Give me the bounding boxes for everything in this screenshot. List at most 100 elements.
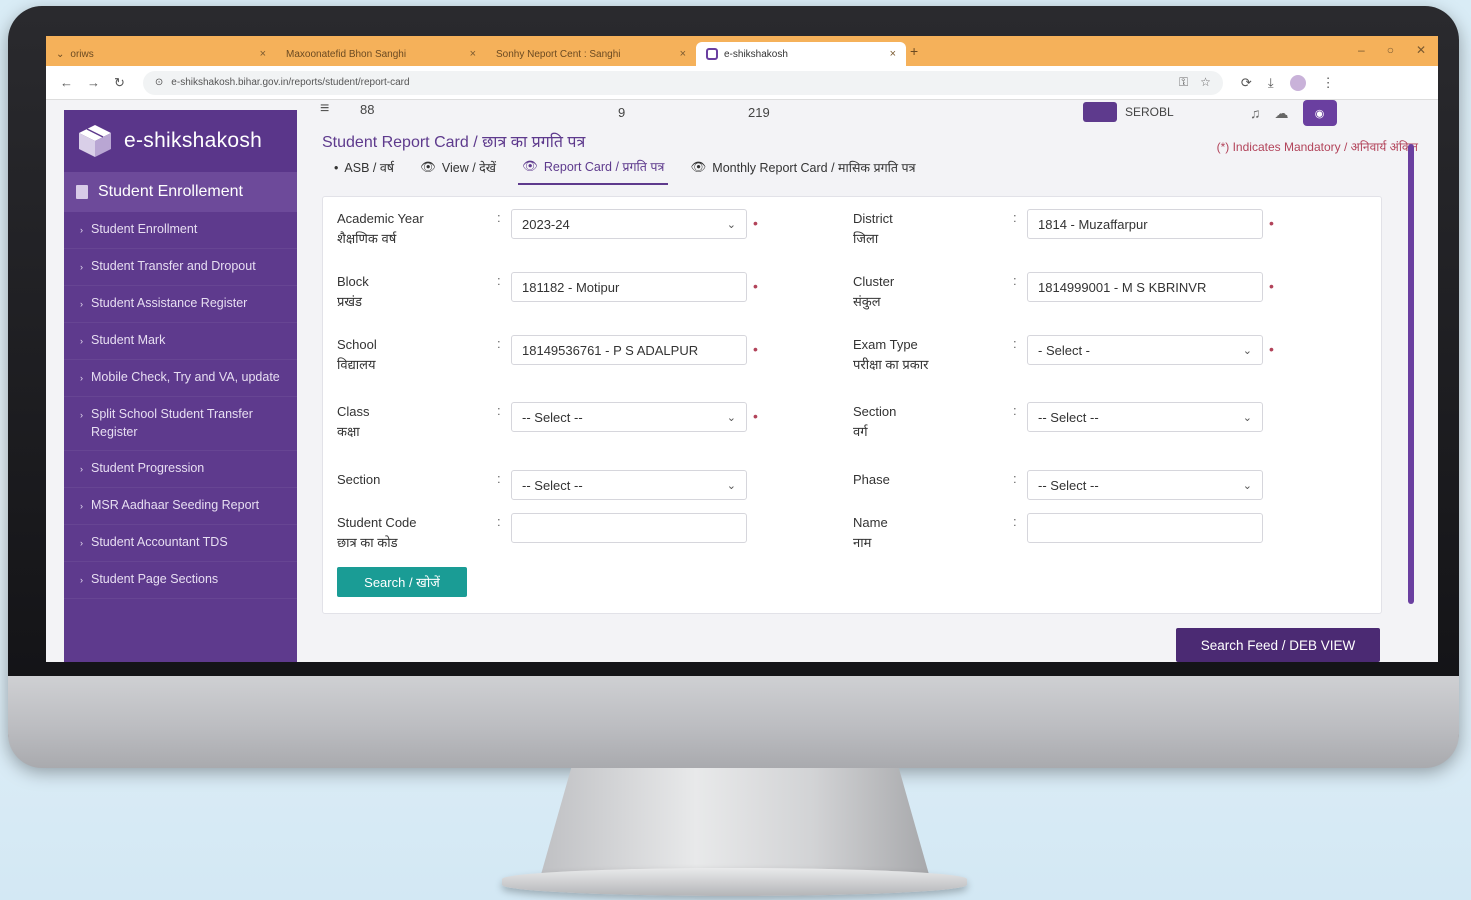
field-label: Section xyxy=(337,470,497,500)
browser-tab[interactable]: Sonhy Neport Cent : Sanghi × xyxy=(486,42,696,66)
block-input[interactable]: 181182 - Motipur xyxy=(511,272,747,302)
site-info-icon[interactable]: ⊙ xyxy=(155,77,163,88)
label-en: Section xyxy=(337,472,381,487)
label-en: School xyxy=(337,337,377,352)
minimize-icon[interactable]: – xyxy=(1358,43,1365,57)
field-label: School विद्यालय xyxy=(337,335,497,375)
chevron-right-icon: › xyxy=(80,336,83,346)
sidebar-item[interactable]: › Student Accountant TDS xyxy=(64,525,297,562)
sidebar-item[interactable]: › Student Progression xyxy=(64,451,297,488)
close-icon[interactable]: × xyxy=(680,48,686,60)
chevron-right-icon: › xyxy=(80,538,83,548)
tab-view[interactable]: 👁 View / देखें xyxy=(416,152,500,185)
search-button[interactable]: Search / खोजें xyxy=(337,567,467,597)
cluster-input[interactable]: 1814999001 - M S KBRINVR xyxy=(1027,272,1263,302)
browser-tab[interactable]: Maxoonatefid Bhon Sanghi × xyxy=(276,42,486,66)
field-label: Section वर्ग xyxy=(853,402,1013,442)
monitor-bezel: ⌄ oriws × Maxoonatefid Bhon Sanghi × Son… xyxy=(8,6,1459,766)
sidebar-item[interactable]: › Student Mark xyxy=(64,323,297,360)
search-feed-button[interactable]: Search Feed / DEB VIEW xyxy=(1176,628,1380,662)
sidebar-section-header[interactable]: Student Enrollement xyxy=(64,172,297,212)
chat-icon[interactable]: ☁ xyxy=(1275,105,1289,122)
close-icon[interactable]: × xyxy=(260,48,266,60)
eye-icon: 👁 xyxy=(420,160,436,174)
window-close-icon[interactable]: ✕ xyxy=(1416,43,1426,57)
profile-avatar[interactable] xyxy=(1289,74,1306,91)
chevron-down-icon: ⌄ xyxy=(726,479,736,492)
label-hi: प्रखंड xyxy=(337,294,362,309)
report-tabs: • ASB / वर्ष 👁 View / देखें 👁 Report Card /… xyxy=(330,152,920,185)
brand[interactable]: e-shikshakosh xyxy=(64,110,297,172)
name-input[interactable] xyxy=(1027,513,1263,543)
sidebar-item[interactable]: › MSR Aadhaar Seeding Report xyxy=(64,488,297,525)
tab-menu-icon[interactable]: ⌄ xyxy=(56,49,64,60)
label-en: Student Code xyxy=(337,515,417,530)
chevron-right-icon: › xyxy=(80,373,83,383)
mandatory-note: (*) Indicates Mandatory / अनिवार्य अंकित xyxy=(1216,140,1418,154)
label-hi: शैक्षणिक वर्ष xyxy=(337,231,397,246)
colon: : xyxy=(1013,336,1017,351)
site-favicon-icon xyxy=(706,48,718,60)
new-tab-icon[interactable]: + xyxy=(910,43,918,59)
more-menu-icon[interactable]: ⋮ xyxy=(1322,75,1335,91)
student-code-input[interactable] xyxy=(511,513,747,543)
school-input[interactable]: 18149536761 - P S ADALPUR xyxy=(511,335,747,365)
bookmark-star-icon[interactable]: ☆ xyxy=(1200,75,1211,90)
cube-logo-icon xyxy=(74,122,116,160)
field-label: Academic Year शैक्षणिक वर्ष xyxy=(337,209,497,249)
district-input[interactable]: 1814 - Muzaffarpur xyxy=(1027,209,1263,239)
reload-icon[interactable]: ↻ xyxy=(114,75,125,91)
sidebar-item[interactable]: › Student Transfer and Dropout xyxy=(64,249,297,286)
tab-monthly-report-card[interactable]: 👁 Monthly Report Card / मासिक प्रगति पत्र xyxy=(686,152,919,185)
section-right-select[interactable]: -- Select -- ⌄ xyxy=(1027,402,1263,432)
field-label: Name नाम xyxy=(853,513,1013,553)
label-hi: वर्ग xyxy=(853,424,868,439)
class-select[interactable]: -- Select -- ⌄ xyxy=(511,402,747,432)
back-icon[interactable]: ← xyxy=(60,75,73,90)
field-label: Phase xyxy=(853,470,1013,500)
sidebar-item[interactable]: › Student Assistance Register xyxy=(64,286,297,323)
sidebar-item[interactable]: › Split School Student Transfer Register xyxy=(64,397,297,451)
browser-toolbar-icons: ⟳ ⤓ ⋮ xyxy=(1241,74,1335,91)
forward-icon[interactable]: → xyxy=(87,75,100,90)
eye-icon[interactable]: ◉ xyxy=(1302,100,1337,126)
tab-report-card[interactable]: 👁 Report Card / प्रगति पत्र xyxy=(518,152,669,185)
exam-type-select[interactable]: - Select - ⌄ xyxy=(1027,335,1263,365)
academic-year-select[interactable]: 2023-24 ⌄ xyxy=(511,209,747,239)
app-area: e-shikshakosh Student Enrollement › Stude… xyxy=(46,100,1438,662)
tab-label: ASB / वर्ष xyxy=(344,161,394,175)
key-icon[interactable]: ⚿ xyxy=(1179,75,1188,90)
download-icon[interactable]: ⤓ xyxy=(1268,75,1274,91)
close-icon[interactable]: × xyxy=(470,48,476,60)
hamburger-menu-icon[interactable]: ≡ xyxy=(320,100,329,118)
url-field[interactable]: ⊙ e-shikshakosh.bihar.gov.in/reports/stu… xyxy=(142,70,1223,95)
section-select[interactable]: -- Select -- ⌄ xyxy=(511,470,747,500)
label-en: Exam Type xyxy=(853,337,918,352)
browser-tab-active[interactable]: e-shikshakosh × xyxy=(696,42,906,66)
chevron-right-icon: › xyxy=(80,464,83,474)
user-chip[interactable]: SEROBL xyxy=(1083,102,1174,122)
colon: : xyxy=(1013,210,1017,225)
label-en: Phase xyxy=(853,472,890,487)
sidebar-item[interactable]: › Student Page Sections xyxy=(64,562,297,599)
close-icon[interactable]: × xyxy=(890,48,896,60)
extensions-icon[interactable]: ⟳ xyxy=(1241,75,1252,91)
colon: : xyxy=(497,273,501,288)
sidebar-item[interactable]: › Student Enrollment xyxy=(64,212,297,249)
select-value: - Select - xyxy=(1038,342,1091,358)
phase-select[interactable]: -- Select -- ⌄ xyxy=(1027,470,1263,500)
sidebar-item[interactable]: › Mobile Check, Try and VA, update xyxy=(64,360,297,397)
tab-asb[interactable]: • ASB / वर्ष xyxy=(330,152,398,185)
window-controls: – ○ ✕ xyxy=(1358,43,1426,57)
scrollbar[interactable] xyxy=(1408,144,1414,604)
address-bar-row: ← → ↻ ⊙ e-shikshakosh.bihar.gov.in/repor… xyxy=(46,66,1438,100)
url-text: e-shikshakosh.bihar.gov.in/reports/stude… xyxy=(171,77,410,88)
maximize-icon[interactable]: ○ xyxy=(1387,43,1394,57)
browser-tab[interactable]: ⌄ oriws × xyxy=(46,42,276,66)
label-hi: छात्र का कोड xyxy=(337,535,398,550)
select-value: -- Select -- xyxy=(522,409,583,425)
topbar-icons: ♫ ☁ ◉ xyxy=(1250,100,1337,126)
exam-type-field: Exam Type परीक्षा का प्रकार : - Select - ⌄… xyxy=(853,335,1274,375)
notification-icon[interactable]: ♫ xyxy=(1250,105,1261,121)
topbar-value: 219 xyxy=(748,105,770,120)
